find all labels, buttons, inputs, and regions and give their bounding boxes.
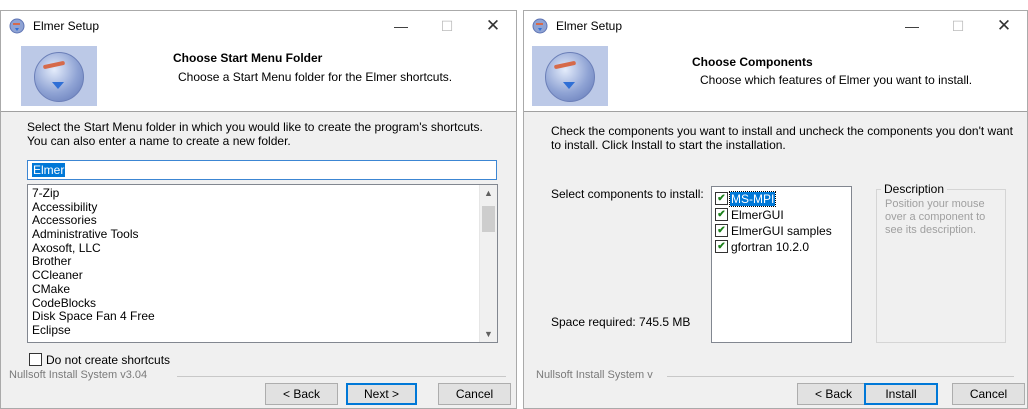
components-list[interactable]: ✔ MS-MPI ✔ ElmerGUI ✔ ElmerGUI samples ✔ gfortr… bbox=[711, 186, 852, 343]
install-button[interactable]: Install bbox=[864, 383, 938, 405]
start-menu-folder-window: Elmer Setup — ☐ ✕ Choose Start Menu Fold… bbox=[0, 10, 517, 409]
installer-logo-icon bbox=[21, 46, 97, 106]
branding-divider bbox=[177, 376, 506, 377]
page-title: Choose Start Menu Folder bbox=[173, 51, 323, 65]
window-title: Elmer Setup bbox=[33, 19, 100, 33]
elmer-app-icon bbox=[532, 18, 548, 34]
vertical-scrollbar[interactable]: ▲ ▼ bbox=[479, 185, 497, 342]
component-checkbox[interactable]: ✔ bbox=[715, 240, 728, 254]
folder-name-value: Elmer bbox=[32, 163, 66, 177]
page-subtitle: Choose a Start Menu folder for the Elmer… bbox=[178, 70, 453, 84]
checkbox-box[interactable] bbox=[29, 353, 42, 367]
page-header: Choose Start Menu Folder Choose a Start … bbox=[1, 41, 516, 112]
component-label: ElmerGUI bbox=[731, 207, 784, 222]
component-checkbox[interactable]: ✔ bbox=[715, 192, 728, 206]
installer-logo-icon bbox=[532, 46, 608, 106]
nsis-branding: Nullsoft Install System v bbox=[536, 369, 653, 381]
component-item[interactable]: ✔ gfortran 10.2.0 bbox=[715, 238, 851, 254]
description-title: Description bbox=[881, 182, 948, 196]
cancel-button[interactable]: Cancel bbox=[952, 383, 1025, 405]
description-text: Position your mouse over a component to … bbox=[885, 198, 986, 236]
nsis-branding: Nullsoft Install System v3.04 bbox=[9, 369, 148, 381]
folder-list-item[interactable]: 7-Zip bbox=[32, 186, 497, 201]
folder-name-input[interactable]: Elmer bbox=[27, 160, 497, 180]
window-title: Elmer Setup bbox=[556, 19, 623, 33]
component-label: ElmerGUI samples bbox=[731, 223, 832, 238]
elmer-app-icon bbox=[9, 18, 25, 34]
folder-list-item[interactable]: Disk Space Fan 4 Free bbox=[32, 309, 497, 324]
scroll-up-icon[interactable]: ▲ bbox=[480, 185, 497, 201]
component-checkbox[interactable]: ✔ bbox=[715, 224, 728, 238]
page-header: Choose Components Choose which features … bbox=[524, 41, 1027, 112]
no-shortcuts-label: Do not create shortcuts bbox=[46, 352, 171, 367]
component-checkbox[interactable]: ✔ bbox=[715, 208, 728, 222]
start-menu-folder-list[interactable]: 7-Zip Accessibility Accessories Administrat… bbox=[27, 184, 498, 343]
select-components-label: Select components to install: bbox=[551, 187, 704, 201]
choose-components-window: Elmer Setup — ☐ ✕ Choose Components Choo… bbox=[523, 10, 1028, 409]
folder-list-item[interactable]: Administrative Tools bbox=[32, 227, 497, 242]
folder-list-item[interactable]: Accessories bbox=[32, 214, 497, 228]
folder-list-item[interactable]: CCleaner bbox=[32, 268, 497, 283]
minimize-button[interactable]: — bbox=[889, 11, 935, 41]
close-button[interactable]: ✕ bbox=[470, 11, 516, 41]
space-required-text: Space required: 745.5 MB bbox=[551, 315, 691, 329]
component-item[interactable]: ✔ MS-MPI bbox=[715, 190, 851, 207]
folder-list-item[interactable]: Brother bbox=[32, 255, 497, 269]
component-label: gfortran 10.2.0 bbox=[731, 239, 810, 254]
component-item[interactable]: ✔ ElmerGUI samples bbox=[715, 222, 851, 238]
folder-list-item[interactable]: CodeBlocks bbox=[32, 296, 497, 311]
maximize-button[interactable]: ☐ bbox=[424, 11, 470, 41]
maximize-button[interactable]: ☐ bbox=[935, 11, 981, 41]
scroll-down-icon[interactable]: ▼ bbox=[480, 326, 497, 342]
folder-list-item[interactable]: Eclipse bbox=[32, 323, 497, 338]
back-button[interactable]: < Back bbox=[797, 383, 870, 405]
title-bar[interactable]: Elmer Setup — ☐ ✕ bbox=[1, 11, 516, 41]
folder-list-item[interactable]: Axosoft, LLC bbox=[32, 241, 497, 256]
no-shortcuts-checkbox[interactable]: Do not create shortcuts bbox=[29, 352, 171, 367]
folder-list-items: 7-Zip Accessibility Accessories Administrat… bbox=[28, 185, 497, 338]
component-label: MS-MPI bbox=[728, 190, 777, 207]
component-items: ✔ MS-MPI ✔ ElmerGUI ✔ ElmerGUI samples ✔ gfortr… bbox=[712, 187, 851, 254]
page-title: Choose Components bbox=[692, 55, 813, 69]
minimize-button[interactable]: — bbox=[378, 11, 424, 41]
folder-list-item[interactable]: CMake bbox=[32, 282, 497, 297]
instructions-text: Check the components you want to install… bbox=[551, 124, 1013, 152]
branding-divider bbox=[667, 376, 1014, 377]
cancel-button[interactable]: Cancel bbox=[438, 383, 511, 405]
title-bar[interactable]: Elmer Setup — ☐ ✕ bbox=[524, 11, 1027, 41]
scroll-thumb[interactable] bbox=[482, 206, 495, 232]
back-button[interactable]: < Back bbox=[265, 383, 338, 405]
close-button[interactable]: ✕ bbox=[981, 11, 1027, 41]
component-item[interactable]: ✔ ElmerGUI bbox=[715, 206, 851, 222]
next-button[interactable]: Next > bbox=[346, 383, 417, 405]
instructions-text: Select the Start Menu folder in which yo… bbox=[27, 120, 483, 148]
folder-list-item[interactable]: Accessibility bbox=[32, 200, 497, 215]
page-subtitle: Choose which features of Elmer you want … bbox=[700, 73, 973, 87]
